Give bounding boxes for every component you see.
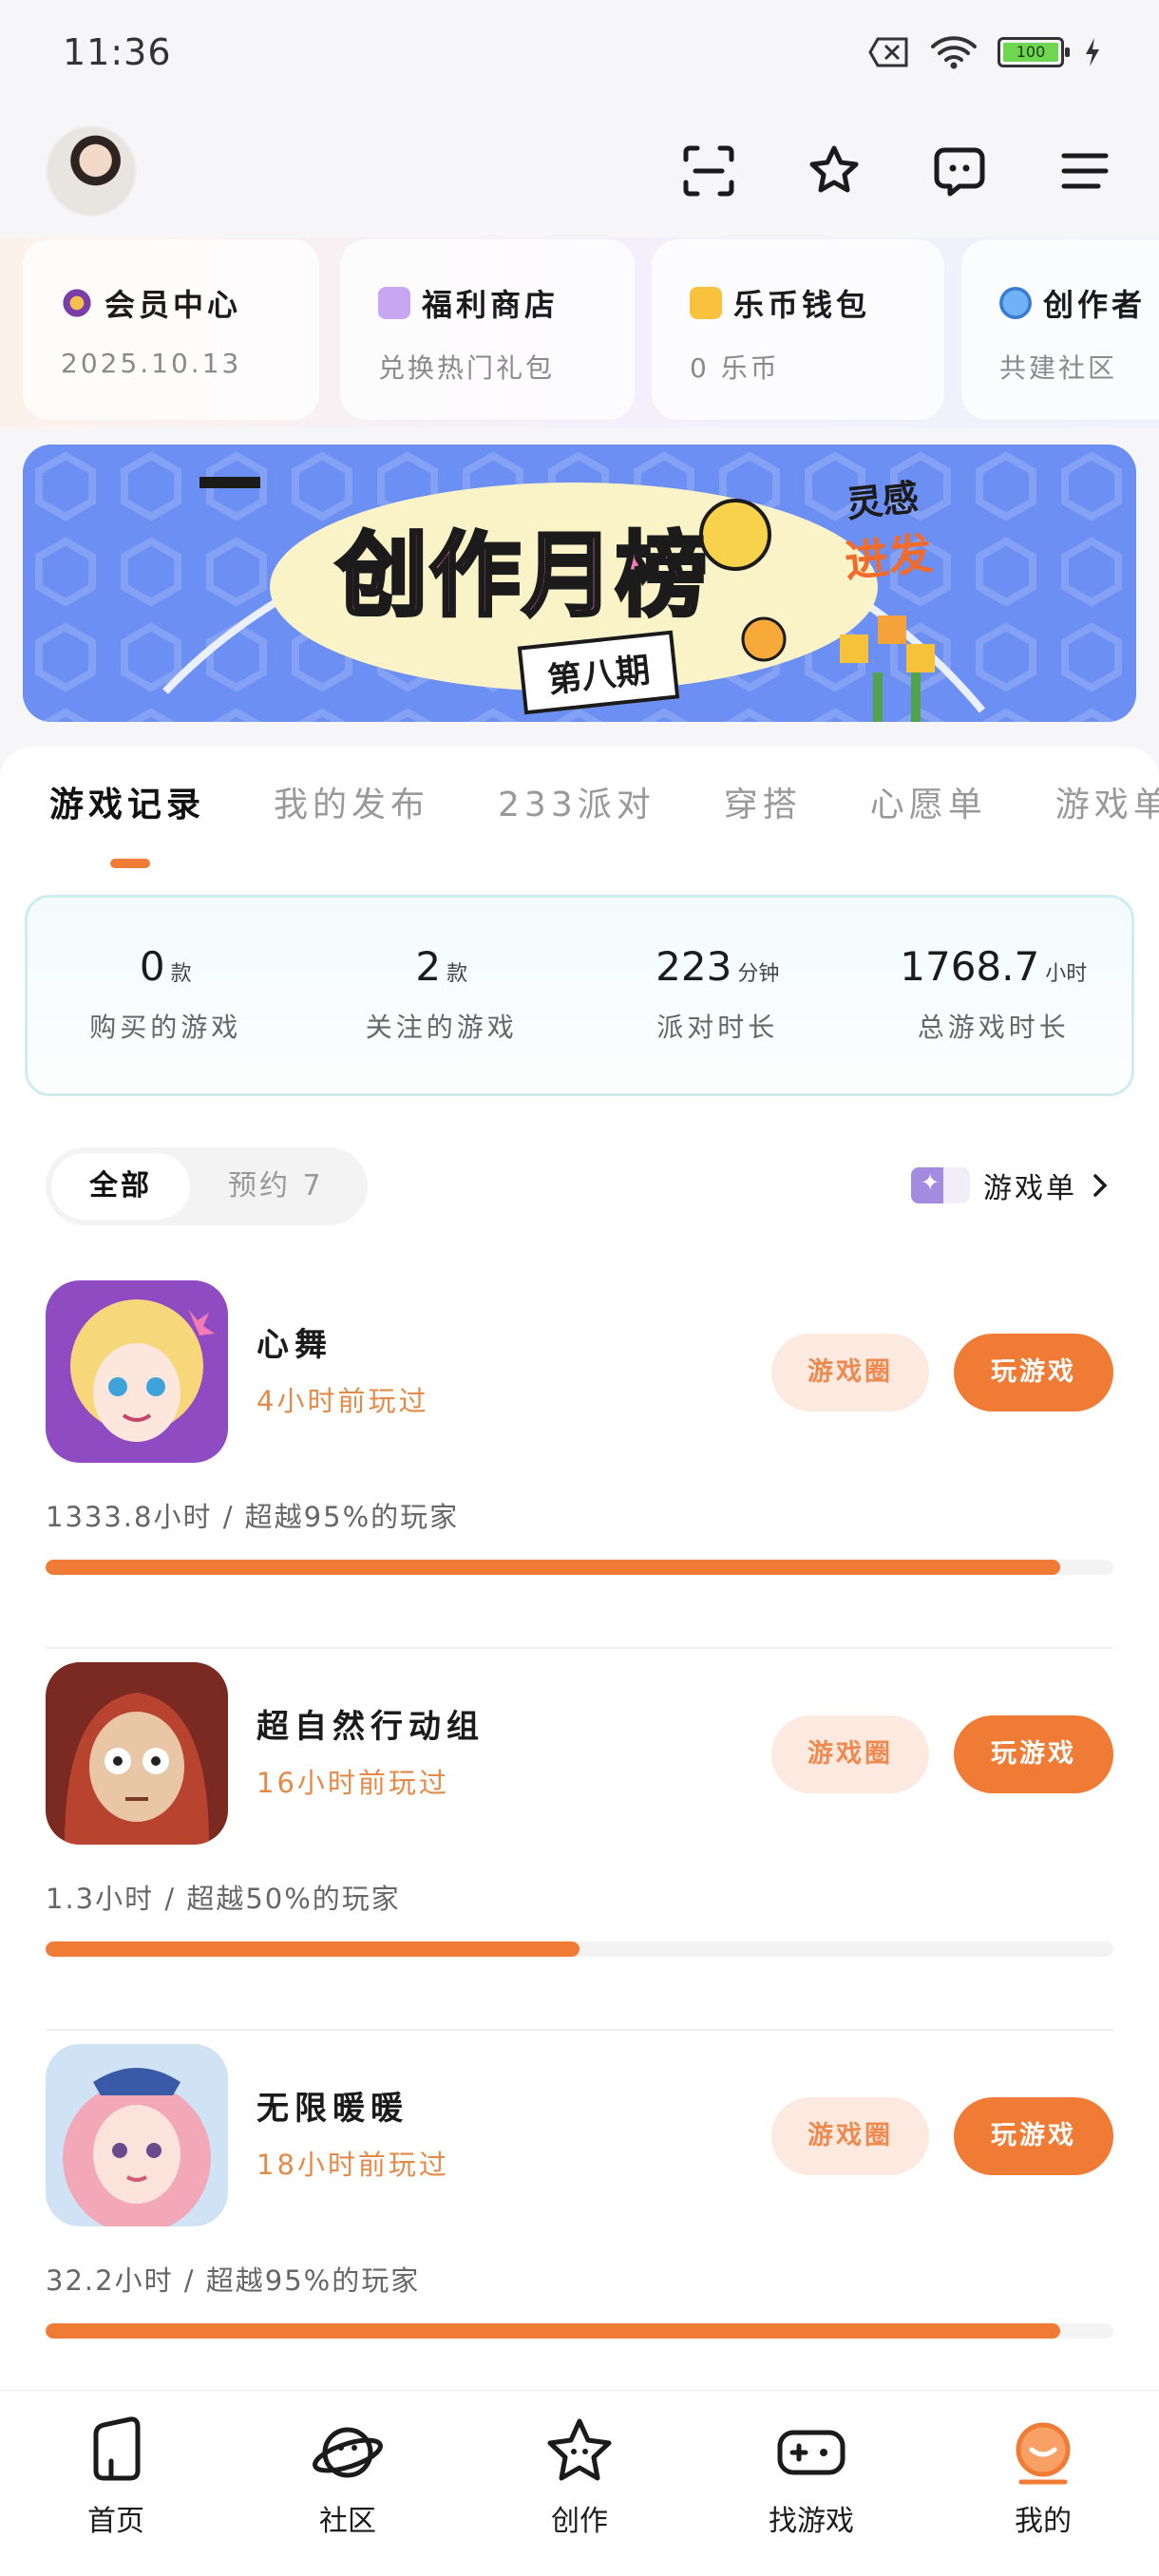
stat-total-play-time[interactable]: 1768.7 小时 总游戏时长 [856, 898, 1132, 1093]
filter-all[interactable]: 全部 [51, 1153, 190, 1220]
banner-title: 创作月榜 [334, 521, 709, 631]
profile-tabs: 游戏记录 我的发布 233派对 穿搭 心愿单 游戏单 [49, 777, 1159, 826]
card-welfare-store[interactable]: 福利商店 兑换热门礼包 [340, 239, 635, 420]
card-creator[interactable]: 创作者 共建社区 [961, 239, 1159, 420]
filter-toggle: 全部 预约 7 [46, 1147, 368, 1225]
top-bar [0, 104, 1159, 237]
stat-followed[interactable]: 2款 关注的游戏 [304, 898, 580, 1093]
message-icon[interactable] [931, 142, 988, 199]
planet-icon [999, 287, 1032, 319]
bottom-nav: 首页 社区 创作 找游戏 我的 [0, 2390, 1159, 2576]
nav-find-games[interactable]: 找游戏 [695, 2391, 927, 2576]
gift-icon [378, 287, 410, 319]
tab-my-posts[interactable]: 我的发布 [274, 777, 429, 826]
game-play-stat: 1333.8小时 / 超越95%的玩家 [46, 1501, 460, 1533]
battery-icon: 100 [998, 37, 1070, 67]
vip-icon [61, 287, 93, 319]
progress-fill [46, 1941, 580, 1957]
status-time: 11:36 [63, 31, 172, 73]
game-circle-button[interactable]: 游戏圈 [771, 1334, 929, 1411]
status-icons: 100 [868, 33, 1102, 71]
avatar[interactable] [46, 125, 137, 217]
tab-indicator [110, 859, 150, 868]
no-sim-icon [868, 37, 908, 67]
card-wallet[interactable]: 乐币钱包 0 乐币 [652, 239, 944, 420]
game-icon-xinwu[interactable] [46, 1280, 228, 1463]
game-circle-button[interactable]: 游戏圈 [771, 2097, 929, 2175]
nav-mine[interactable]: 我的 [927, 2391, 1159, 2576]
game-play-stat: 32.2小时 / 超越95%的玩家 [46, 2264, 421, 2297]
game-name: 超自然行动组 [256, 1708, 484, 1746]
star-face-icon [547, 2418, 612, 2481]
game-circle-button[interactable]: 游戏圈 [771, 1715, 929, 1793]
wallet-icon [690, 287, 722, 319]
promo-banner[interactable]: 创作月榜 第八期 灵感 进发 [23, 445, 1136, 722]
divider [46, 2029, 1113, 2031]
tab-wishlist[interactable]: 心愿单 [870, 777, 987, 826]
stats-card: 0款 购买的游戏 2款 关注的游戏 223 分钟 派对时长 1768.7 小时 总游… [25, 895, 1134, 1096]
game-list-link[interactable]: 游戏单 [911, 1165, 1110, 1206]
charging-icon [1086, 38, 1099, 66]
game-name: 无限暖暖 [256, 2090, 408, 2128]
game-item[interactable]: 心舞 4小时前玩过 游戏圈 玩游戏 1333.8小时 / 超越95%的玩家 [46, 1280, 1113, 1662]
play-progress-bar [46, 1941, 1113, 1957]
nav-home[interactable]: 首页 [0, 2391, 232, 2576]
game-last-played: 4小时前玩过 [256, 1385, 429, 1417]
play-progress-bar [46, 1560, 1113, 1575]
top-actions [680, 142, 1113, 199]
sparkle-icon [911, 1167, 970, 1203]
gamepad-icon [777, 2430, 846, 2475]
scan-icon[interactable] [680, 142, 737, 199]
play-game-button[interactable]: 玩游戏 [954, 1715, 1113, 1793]
nav-community[interactable]: 社区 [232, 2391, 464, 2576]
game-icon-chaoziran[interactable] [46, 1662, 228, 1845]
game-play-stat: 1.3小时 / 超越50%的玩家 [46, 1883, 401, 1915]
chevron-right-icon [1093, 1174, 1108, 1197]
home-icon [93, 2416, 141, 2481]
star-icon[interactable] [806, 142, 863, 199]
game-item[interactable]: 超自然行动组 16小时前玩过 游戏圈 玩游戏 1.3小时 / 超越50%的玩家 [46, 1662, 1113, 2044]
game-icon-wuxiannuannuan[interactable] [46, 2044, 228, 2226]
game-last-played: 16小时前玩过 [256, 1767, 449, 1799]
game-last-played: 18小时前玩过 [256, 2149, 449, 2181]
play-game-button[interactable]: 玩游戏 [954, 2097, 1113, 2175]
tab-233-party[interactable]: 233派对 [498, 777, 656, 826]
banner-tag: 灵感 进发 [842, 476, 935, 588]
progress-fill [46, 1560, 1060, 1575]
divider [46, 1647, 1113, 1649]
progress-fill [46, 2323, 1060, 2339]
menu-icon[interactable] [1056, 142, 1113, 199]
wifi-icon [931, 36, 977, 69]
play-game-button[interactable]: 玩游戏 [954, 1334, 1113, 1411]
card-vip-center[interactable]: 会员中心 2025.10.13 [23, 239, 319, 420]
profile-face-icon [1016, 2422, 1071, 2485]
tab-outfit[interactable]: 穿搭 [724, 777, 802, 826]
filter-reserved[interactable]: 预约 7 [190, 1153, 362, 1220]
tab-game-record[interactable]: 游戏记录 [49, 777, 205, 826]
tab-game-list[interactable]: 游戏单 [1055, 777, 1159, 826]
quick-card-row: 会员中心 2025.10.13 福利商店 兑换热门礼包 乐币钱包 0 乐币 创作… [0, 237, 1159, 427]
game-name: 心舞 [256, 1326, 332, 1364]
game-item[interactable]: 无限暖暖 18小时前玩过 游戏圈 玩游戏 32.2小时 / 超越95%的玩家 [46, 2044, 1113, 2426]
stat-party-time[interactable]: 223 分钟 派对时长 [580, 898, 856, 1093]
play-progress-bar [46, 2323, 1113, 2339]
stat-purchased[interactable]: 0款 购买的游戏 [28, 898, 304, 1093]
main-panel: 游戏记录 我的发布 233派对 穿搭 心愿单 游戏单 0款 购买的游戏 2款 关… [0, 747, 1159, 2422]
planet-face-icon [313, 2427, 383, 2478]
nav-create[interactable]: 创作 [464, 2391, 695, 2576]
status-bar: 11:36 100 [0, 0, 1159, 104]
